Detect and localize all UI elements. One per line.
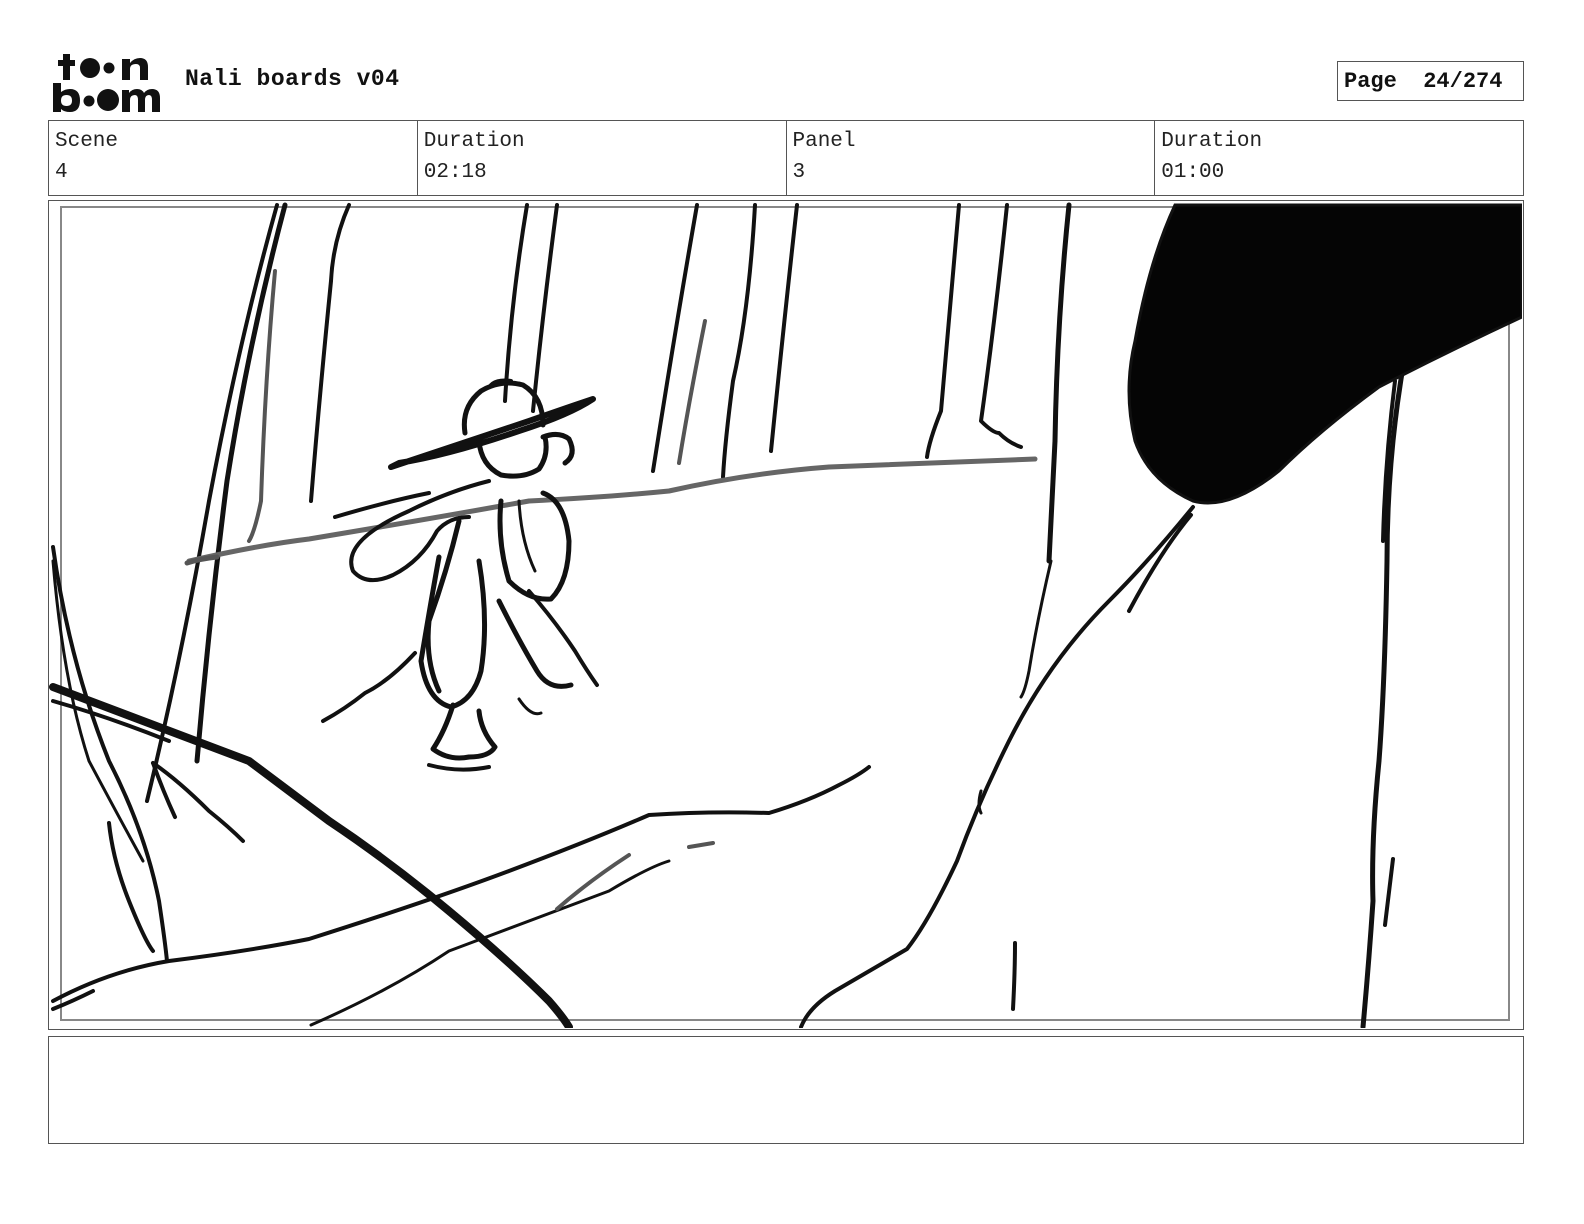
panel-label: Panel xyxy=(792,130,856,153)
panel-cell: Panel 3 xyxy=(787,121,1156,195)
scene-value: 4 xyxy=(55,161,68,184)
page-indicator: Page 24/274 xyxy=(1337,61,1524,101)
toonboom-logo xyxy=(53,54,160,112)
scene-info-table: Scene 4 Duration 02:18 Panel 3 Duration … xyxy=(48,120,1524,196)
panel-value: 3 xyxy=(792,161,806,184)
page-number: 24/274 xyxy=(1423,68,1503,94)
scene-duration-label: Duration xyxy=(423,130,525,153)
panel-duration-value: 01:00 xyxy=(1161,161,1225,184)
storyboard-panel xyxy=(48,200,1524,1030)
scene-duration-value: 02:18 xyxy=(423,161,487,184)
panel-duration-cell: Duration 01:00 xyxy=(1155,121,1523,195)
panel-duration-label: Duration xyxy=(1161,130,1263,153)
page-label: Page xyxy=(1344,68,1397,94)
scene-duration-cell: Duration 02:18 xyxy=(418,121,787,195)
panel-sketch xyxy=(49,202,1522,1028)
panel-notes xyxy=(48,1036,1524,1144)
scene-cell: Scene 4 xyxy=(49,121,418,195)
document-title: Nali boards v04 xyxy=(185,66,400,92)
scene-label: Scene xyxy=(55,130,119,153)
